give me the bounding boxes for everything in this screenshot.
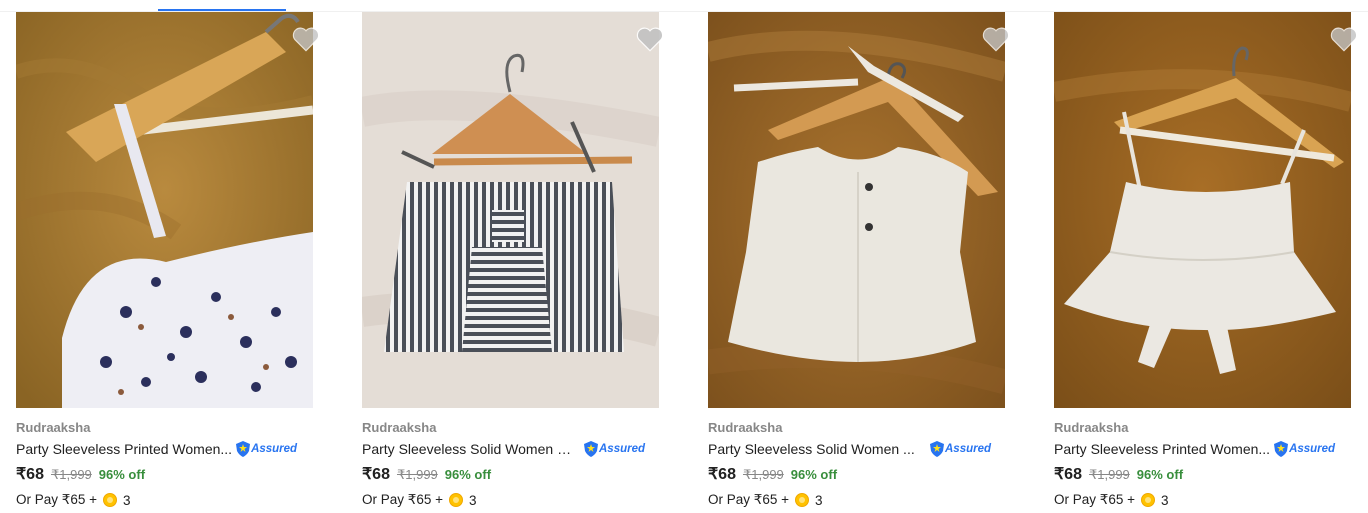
product-card[interactable]: Rudraaksha Party Sleeveless Printed Wome… <box>16 12 320 513</box>
active-tab-indicator <box>158 9 286 11</box>
pay-with-coins-label: Or Pay ₹65 + <box>1054 492 1135 507</box>
sort-tabs-bar <box>0 0 1368 12</box>
assured-label: Assured <box>599 443 646 455</box>
product-card[interactable]: Rudraaksha Party Sleeveless Printed Wome… <box>1054 12 1358 513</box>
heart-icon[interactable] <box>636 26 664 52</box>
pay-with-coins-label: Or Pay ₹65 + <box>362 492 443 507</box>
product-image[interactable] <box>362 12 659 408</box>
product-title[interactable]: Party Sleeveless Printed Women... <box>16 441 232 457</box>
selling-price: ₹68 <box>1054 466 1082 483</box>
product-image[interactable] <box>1054 12 1351 408</box>
supercoin-icon <box>103 493 117 507</box>
supercoin-icon <box>449 493 463 507</box>
brand-name: Rudraaksha <box>362 420 437 435</box>
original-price: ₹1,999 <box>396 467 438 482</box>
original-price: ₹1,999 <box>50 467 92 482</box>
heart-icon[interactable] <box>982 26 1010 52</box>
coin-count: 3 <box>1161 492 1169 508</box>
product-grid: Rudraaksha Party Sleeveless Printed Wome… <box>0 12 1368 513</box>
supercoin-icon <box>795 493 809 507</box>
original-price: ₹1,999 <box>1088 467 1130 482</box>
product-title[interactable]: Party Sleeveless Solid Women Bl... <box>362 441 580 457</box>
pay-with-coins-label: Or Pay ₹65 + <box>708 492 789 507</box>
assured-badge: Assured <box>584 440 645 458</box>
selling-price: ₹68 <box>16 466 44 483</box>
supercoin-icon <box>1141 493 1155 507</box>
assured-badge: Assured <box>1274 440 1335 458</box>
discount-percent: 96% off <box>790 467 838 482</box>
assured-badge: Assured <box>930 440 991 458</box>
product-image[interactable] <box>708 12 1005 408</box>
brand-name: Rudraaksha <box>708 420 783 435</box>
coin-count: 3 <box>123 492 131 508</box>
assured-label: Assured <box>1289 443 1336 455</box>
original-price: ₹1,999 <box>742 467 784 482</box>
heart-icon[interactable] <box>1330 26 1358 52</box>
selling-price: ₹68 <box>362 466 390 483</box>
product-image[interactable] <box>16 12 313 408</box>
discount-percent: 96% off <box>1136 467 1184 482</box>
discount-percent: 96% off <box>98 467 146 482</box>
product-title[interactable]: Party Sleeveless Solid Women ... <box>708 441 926 457</box>
heart-icon[interactable] <box>292 26 320 52</box>
assured-shield-icon <box>1274 441 1289 457</box>
product-card[interactable]: Rudraaksha Party Sleeveless Solid Women … <box>708 12 1010 513</box>
assured-shield-icon <box>930 441 944 457</box>
pay-with-coins-label: Or Pay ₹65 + <box>16 492 97 507</box>
coin-count: 3 <box>469 492 477 508</box>
coin-count: 3 <box>815 492 823 508</box>
discount-percent: 96% off <box>444 467 492 482</box>
assured-label: Assured <box>945 443 992 455</box>
assured-badge: Assured <box>236 440 297 458</box>
product-title[interactable]: Party Sleeveless Printed Women... <box>1054 441 1270 457</box>
product-card[interactable]: Rudraaksha Party Sleeveless Solid Women … <box>362 12 664 513</box>
assured-label: Assured <box>251 443 298 455</box>
assured-shield-icon <box>236 441 251 457</box>
brand-name: Rudraaksha <box>16 420 91 435</box>
brand-name: Rudraaksha <box>1054 420 1129 435</box>
selling-price: ₹68 <box>708 466 736 483</box>
assured-shield-icon <box>584 441 598 457</box>
